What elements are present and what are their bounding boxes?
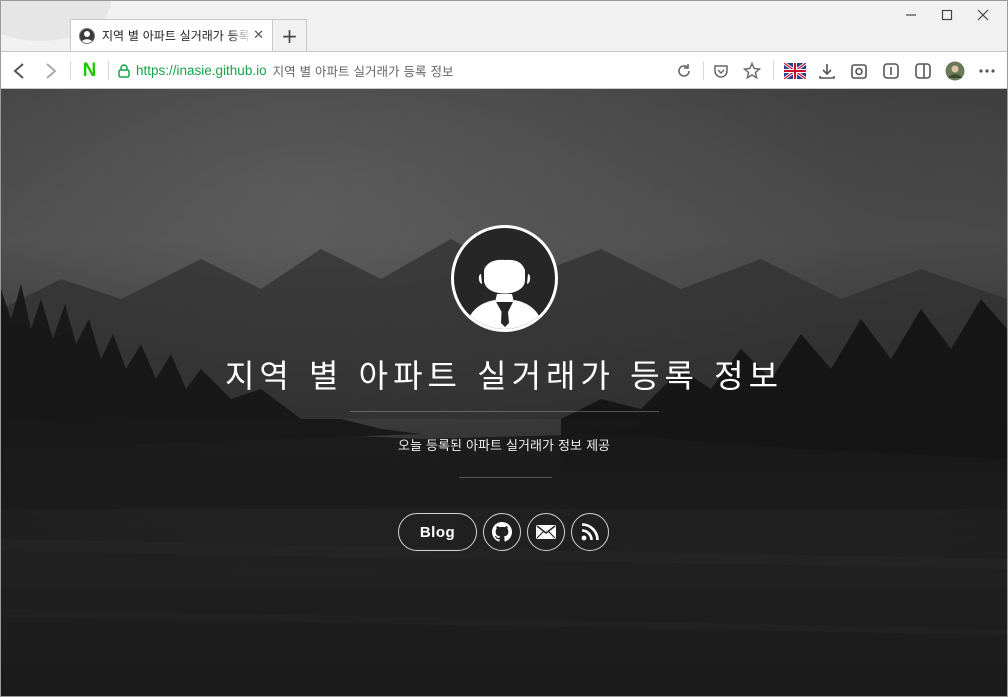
address-bar[interactable]: https://inasie.github.io 지역 별 아파트 실거래가 등… [118,52,453,89]
maximize-button[interactable] [929,5,965,25]
page-title: 지역 별 아파트 실거래가 등록 정보 [224,357,784,395]
profile-icon[interactable] [943,52,967,89]
github-button[interactable] [483,513,521,551]
subtitle-divider [459,477,552,478]
email-button[interactable] [527,513,565,551]
lock-icon [118,63,130,78]
blog-button[interactable]: Blog [398,513,477,551]
download-icon[interactable] [815,52,839,89]
rss-icon [581,523,599,541]
title-divider [350,411,659,412]
close-window-button[interactable] [965,5,1001,25]
reader-icon[interactable] [879,52,903,89]
browser-window: 지역 별 아파트 실거래가 등록 정보 ✕ + N [0,0,1008,697]
back-icon[interactable] [7,52,31,89]
forward-icon[interactable] [39,52,63,89]
blog-label: Blog [419,523,456,541]
page-subtitle: 오늘 등록된 아파트 실거래가 정보 제공 [397,439,611,454]
envelope-icon [536,525,556,539]
window-controls [893,5,1001,25]
capture-icon[interactable] [847,52,871,89]
close-icon[interactable]: ✕ [253,28,264,43]
github-icon [492,522,512,542]
page-content: 지역 별 아파트 실거래가 등록 정보 오늘 등록된 아파트 실거래가 정보 제… [1,89,1007,696]
rss-button[interactable] [571,513,609,551]
sidebar-icon[interactable] [911,52,935,89]
navigation-bar: N https://inasie.github.io 지역 별 아파트 실거래가… [1,51,1007,89]
avatar [451,225,558,332]
pocket-icon[interactable] [710,52,732,89]
minimize-button[interactable] [893,5,929,25]
businessman-avatar-icon [466,250,543,329]
naver-icon[interactable]: N [80,61,99,80]
reload-icon[interactable] [673,52,695,89]
tab-title: 지역 별 아파트 실거래가 등록 정보 [102,29,252,43]
tab-strip: 지역 별 아파트 실거래가 등록 정보 ✕ + [1,1,1007,51]
plus-icon: + [281,23,298,48]
tab-active[interactable]: 지역 별 아파트 실거래가 등록 정보 ✕ [70,19,273,51]
social-links: Blog [398,513,609,551]
favicon-avatar-icon [79,27,95,44]
star-icon[interactable] [740,52,764,89]
hero-section: 지역 별 아파트 실거래가 등록 정보 오늘 등록된 아파트 실거래가 정보 제… [1,89,1007,696]
new-tab-button[interactable]: + [273,19,307,51]
url-text: https://inasie.github.io [136,63,267,78]
more-icon[interactable] [975,52,999,89]
address-page-title: 지역 별 아파트 실거래가 등록 정보 [272,64,454,79]
language-flag-icon[interactable] [783,52,807,89]
